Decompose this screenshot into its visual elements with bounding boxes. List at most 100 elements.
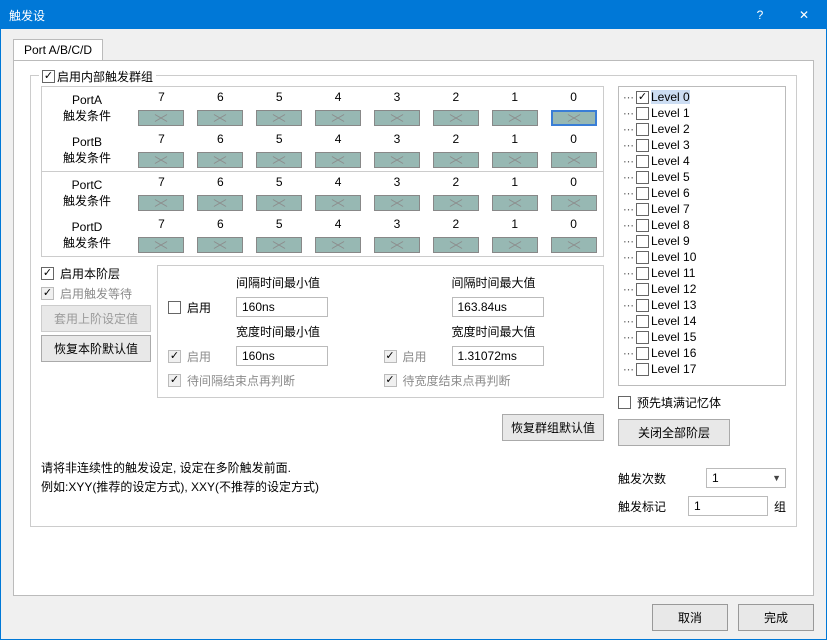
trigger-cell[interactable]: [492, 152, 538, 168]
level-checkbox[interactable]: [636, 283, 649, 296]
restore-level-button[interactable]: 恢复本阶默认值: [41, 335, 151, 362]
level-checkbox[interactable]: [636, 155, 649, 168]
trigger-cell[interactable]: [374, 237, 420, 253]
help-button[interactable]: ?: [738, 1, 782, 29]
trigger-cell[interactable]: [138, 237, 184, 253]
wid-max-field[interactable]: 1.31072ms: [452, 346, 544, 366]
trigger-cell[interactable]: [374, 152, 420, 168]
trigger-cell[interactable]: [138, 195, 184, 211]
level-item[interactable]: ⋯Level 5: [623, 169, 781, 185]
level-checkbox[interactable]: [636, 107, 649, 120]
gap-enable-checkbox[interactable]: [168, 301, 181, 314]
bit-header: 3: [368, 172, 427, 192]
trigger-cell[interactable]: [315, 195, 361, 211]
trigger-cell[interactable]: [256, 110, 302, 126]
level-item[interactable]: ⋯Level 10: [623, 249, 781, 265]
trigger-cell[interactable]: [197, 237, 243, 253]
level-checkbox[interactable]: [636, 187, 649, 200]
gap-max-field[interactable]: 163.84us: [452, 297, 544, 317]
level-item[interactable]: ⋯Level 6: [623, 185, 781, 201]
close-button[interactable]: ✕: [782, 1, 826, 29]
bit-header: 4: [309, 87, 368, 107]
trigger-cell[interactable]: [138, 110, 184, 126]
level-item[interactable]: ⋯Level 12: [623, 281, 781, 297]
level-checkbox[interactable]: [636, 91, 649, 104]
bit-header: 5: [250, 129, 309, 149]
level-label: Level 17: [651, 362, 696, 376]
wid-min-field[interactable]: 160ns: [236, 346, 328, 366]
port-name: PortD: [46, 220, 128, 234]
trigger-cell[interactable]: [551, 195, 597, 211]
trigger-cell[interactable]: [492, 195, 538, 211]
trigger-cell[interactable]: [315, 152, 361, 168]
trigger-cell[interactable]: [256, 195, 302, 211]
level-checkbox[interactable]: [636, 299, 649, 312]
trigger-cell[interactable]: [433, 152, 479, 168]
level-item[interactable]: ⋯Level 11: [623, 265, 781, 281]
level-checkbox[interactable]: [636, 123, 649, 136]
enable-level-checkbox[interactable]: [41, 267, 54, 280]
trigger-cell[interactable]: [138, 152, 184, 168]
trigger-cell[interactable]: [256, 237, 302, 253]
tree-dots: ⋯: [623, 219, 633, 232]
trigger-cell[interactable]: [551, 237, 597, 253]
trigger-cell[interactable]: [315, 110, 361, 126]
trig-mark-field[interactable]: [688, 496, 768, 516]
level-item[interactable]: ⋯Level 9: [623, 233, 781, 249]
tab-ports[interactable]: Port A/B/C/D: [13, 39, 103, 60]
bit-header: 1: [485, 87, 544, 107]
level-item[interactable]: ⋯Level 1: [623, 105, 781, 121]
level-checkbox[interactable]: [636, 363, 649, 376]
level-item[interactable]: ⋯Level 2: [623, 121, 781, 137]
bit-header: 5: [250, 87, 309, 107]
level-item[interactable]: ⋯Level 3: [623, 137, 781, 153]
level-checkbox[interactable]: [636, 331, 649, 344]
level-item[interactable]: ⋯Level 17: [623, 361, 781, 377]
trigger-cell[interactable]: [374, 110, 420, 126]
level-checkbox[interactable]: [636, 315, 649, 328]
bit-header: 2: [426, 172, 485, 192]
level-item[interactable]: ⋯Level 14: [623, 313, 781, 329]
trig-count-select[interactable]: 1▼: [706, 468, 786, 488]
level-checkbox[interactable]: [636, 203, 649, 216]
level-checkbox[interactable]: [636, 235, 649, 248]
level-item[interactable]: ⋯Level 4: [623, 153, 781, 169]
level-checkbox[interactable]: [636, 171, 649, 184]
trigger-cell[interactable]: [197, 110, 243, 126]
trigger-cell[interactable]: [433, 195, 479, 211]
level-item[interactable]: ⋯Level 8: [623, 217, 781, 233]
bit-header: 7: [132, 129, 191, 149]
close-all-levels-button[interactable]: 关闭全部阶层: [618, 419, 730, 446]
level-item[interactable]: ⋯Level 13: [623, 297, 781, 313]
level-checkbox[interactable]: [636, 251, 649, 264]
trigger-cell[interactable]: [256, 152, 302, 168]
level-item[interactable]: ⋯Level 15: [623, 329, 781, 345]
bit-header: 1: [485, 172, 544, 192]
trigger-cell[interactable]: [197, 195, 243, 211]
trigger-cell[interactable]: [315, 237, 361, 253]
level-checkbox[interactable]: [636, 347, 649, 360]
titlebar: 触发设 ? ✕: [1, 1, 826, 29]
prefill-checkbox[interactable]: [618, 396, 631, 409]
trigger-cell[interactable]: [551, 152, 597, 168]
cancel-button[interactable]: 取消: [652, 604, 728, 631]
level-item[interactable]: ⋯Level 0: [623, 89, 781, 105]
trigger-cell[interactable]: [433, 237, 479, 253]
trigger-cell[interactable]: [551, 110, 597, 126]
trigger-cell[interactable]: [197, 152, 243, 168]
enable-internal-group-checkbox[interactable]: [42, 70, 55, 83]
level-checkbox[interactable]: [636, 139, 649, 152]
level-item[interactable]: ⋯Level 16: [623, 345, 781, 361]
finish-button[interactable]: 完成: [738, 604, 814, 631]
level-item[interactable]: ⋯Level 7: [623, 201, 781, 217]
trigger-cell[interactable]: [492, 237, 538, 253]
gap-min-field[interactable]: 160ns: [236, 297, 328, 317]
trigger-cell[interactable]: [433, 110, 479, 126]
level-checkbox[interactable]: [636, 267, 649, 280]
level-checkbox[interactable]: [636, 219, 649, 232]
tree-dots: ⋯: [623, 107, 633, 120]
level-list[interactable]: ⋯Level 0⋯Level 1⋯Level 2⋯Level 3⋯Level 4…: [618, 86, 786, 386]
restore-group-button[interactable]: 恢复群组默认值: [502, 414, 604, 441]
trigger-cell[interactable]: [492, 110, 538, 126]
trigger-cell[interactable]: [374, 195, 420, 211]
